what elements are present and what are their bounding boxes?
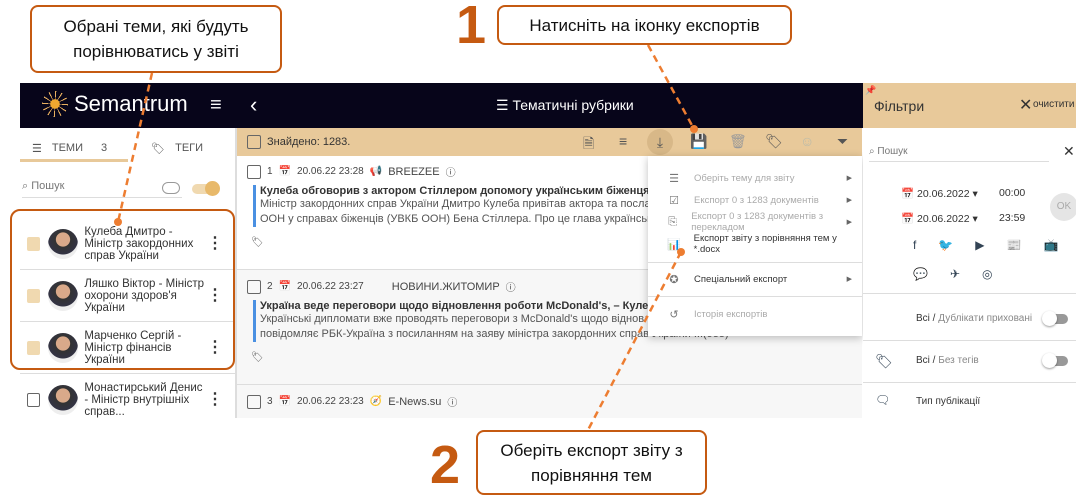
step-number-1: 1 — [456, 0, 487, 55]
arrow-line-2 — [646, 44, 696, 130]
callout-compare-report: Оберіть експорт звіту з порівняння тем — [476, 430, 707, 495]
arrow-dot-2 — [690, 125, 698, 133]
step-number-2: 2 — [430, 435, 461, 495]
annotation-arrows — [114, 44, 698, 431]
arrow-dot-1 — [114, 218, 122, 226]
arrow-line-1 — [116, 72, 154, 223]
callout-selected-topics: Обрані теми, які будуть порівнюватись у … — [30, 5, 282, 73]
arrow-line-3 — [586, 251, 683, 431]
arrow-dot-3 — [677, 248, 685, 256]
callout-export-icon: Натисніть на іконку експортів — [497, 5, 792, 45]
